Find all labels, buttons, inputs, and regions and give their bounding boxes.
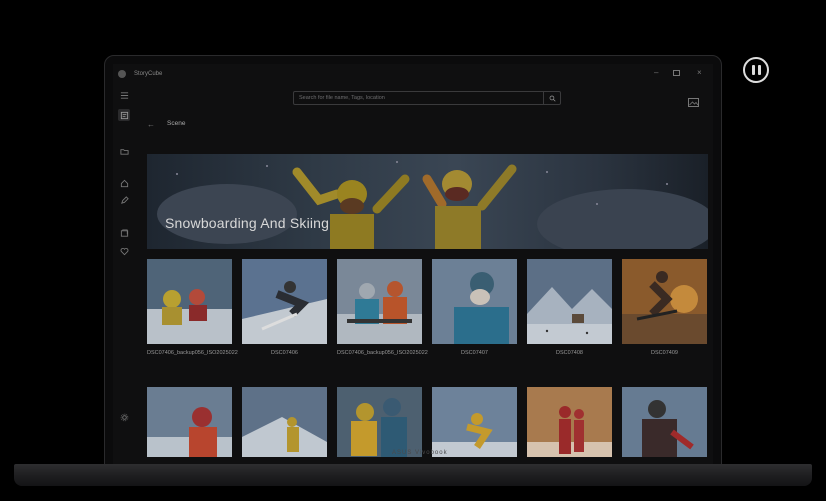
home-icon[interactable] — [118, 177, 130, 189]
device-brand: ASUS Vivobook — [392, 450, 448, 456]
photo-card[interactable] — [432, 387, 517, 457]
hero-image — [157, 161, 708, 249]
close-icon[interactable]: × — [697, 69, 702, 77]
photo-card[interactable] — [527, 387, 612, 457]
photo-thumbnail[interactable] — [527, 387, 612, 457]
search-box — [293, 91, 561, 105]
photo-caption: DSC07406 — [271, 350, 298, 356]
photo-card[interactable]: DSC07407 — [432, 259, 517, 357]
photo-caption: DSC07407 — [461, 350, 488, 356]
photo-icon[interactable] — [118, 109, 130, 121]
pause-bar-left — [751, 65, 755, 75]
pause-bar-right — [757, 65, 761, 75]
photo-thumbnail[interactable] — [147, 387, 232, 457]
photo-thumbnail[interactable] — [527, 259, 612, 344]
title-bar: StoryCube — [113, 64, 713, 84]
photo-card[interactable]: DSC07408 — [527, 259, 612, 357]
photo-card[interactable]: DSC07406_backup056_ISO2025022 — [147, 259, 238, 357]
hero-banner: Snowboarding And Skiing — [147, 154, 708, 249]
heart-icon[interactable] — [118, 245, 130, 257]
laptop-base — [14, 464, 812, 486]
search-icon — [549, 95, 556, 102]
pencil-icon[interactable] — [118, 194, 130, 206]
photo-thumbnail[interactable] — [337, 259, 422, 344]
laptop-frame: StoryCube – × Search for file name, Tags… — [104, 55, 722, 465]
minimize-icon[interactable]: – — [654, 69, 658, 77]
photo-thumbnail[interactable] — [337, 387, 422, 457]
photo-thumbnail[interactable] — [622, 259, 707, 344]
image-icon[interactable] — [688, 94, 699, 107]
photo-caption: DSC07409 — [651, 350, 678, 356]
photo-thumbnail[interactable] — [622, 387, 707, 457]
maximize-icon[interactable] — [673, 70, 680, 76]
photo-thumbnail[interactable] — [242, 259, 327, 344]
photo-thumbnail[interactable] — [432, 259, 517, 344]
app-name: StoryCube — [134, 71, 163, 77]
app-window: StoryCube – × Search for file name, Tags… — [113, 64, 713, 464]
photo-caption: DSC07408 — [556, 350, 583, 356]
back-arrow-icon[interactable]: ← — [147, 120, 155, 129]
photo-thumbnail[interactable] — [242, 387, 327, 457]
app-logo-icon — [118, 70, 126, 78]
page-title: Scene — [167, 120, 186, 127]
search-input[interactable] — [294, 92, 543, 104]
gear-icon[interactable] — [118, 411, 130, 423]
photo-card[interactable] — [242, 387, 327, 457]
folder-icon[interactable] — [118, 145, 130, 157]
photo-card[interactable]: DSC07406 — [242, 259, 327, 357]
search-button[interactable] — [543, 92, 560, 104]
sidebar — [113, 84, 135, 464]
photo-card[interactable]: DSC07406_backup056_ISO2025022 — [337, 259, 428, 357]
photo-card[interactable] — [337, 387, 422, 457]
photo-thumbnail[interactable] — [432, 387, 517, 457]
photo-card[interactable]: DSC07409 — [622, 259, 707, 357]
photo-caption: DSC07406_backup056_ISO2025022 — [337, 350, 428, 356]
photo-card[interactable] — [147, 387, 232, 457]
pause-icon[interactable] — [743, 57, 769, 83]
photo-card[interactable] — [622, 387, 707, 457]
photo-thumbnail[interactable] — [147, 259, 232, 344]
photo-caption: DSC07406_backup056_ISO2025022 — [147, 350, 238, 356]
hamburger-icon[interactable] — [118, 89, 130, 101]
album-icon[interactable] — [118, 227, 130, 239]
hero-title: Snowboarding And Skiing — [165, 215, 330, 231]
